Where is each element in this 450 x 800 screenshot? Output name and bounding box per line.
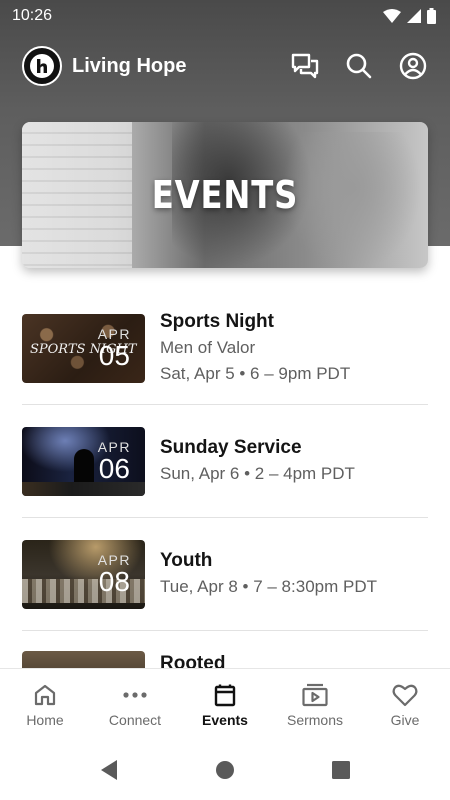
event-item-youth[interactable]: APR 08 Youth Tue, Apr 8 • 7 – 8:30pm PDT bbox=[22, 518, 428, 631]
nav-label: Home bbox=[26, 711, 64, 728]
heart-icon bbox=[392, 682, 418, 708]
messages-icon[interactable] bbox=[290, 51, 320, 81]
thumbnail-crowd bbox=[22, 481, 145, 496]
back-icon[interactable] bbox=[97, 758, 121, 782]
status-time: 10:26 bbox=[12, 7, 53, 24]
event-subtitle: Men of Valor bbox=[160, 338, 256, 357]
event-datetime: Tue, Apr 8 • 7 – 8:30pm PDT bbox=[160, 577, 377, 596]
more-dots-icon bbox=[122, 682, 148, 708]
event-text: Youth Tue, Apr 8 • 7 – 8:30pm PDT bbox=[160, 548, 377, 600]
nav-item-sermons[interactable]: Sermons bbox=[270, 669, 360, 740]
nav-item-give[interactable]: Give bbox=[360, 669, 450, 740]
app-bar: Living Hope bbox=[0, 44, 450, 88]
status-bar: 10:26 bbox=[0, 0, 450, 32]
play-icon bbox=[302, 682, 328, 708]
event-datetime: Sat, Apr 5 • 6 – 9pm PDT bbox=[160, 364, 351, 383]
event-datetime: Sun, Apr 6 • 2 – 4pm PDT bbox=[160, 464, 355, 483]
event-item-sunday-service[interactable]: APR 06 Sunday Service Sun, Apr 6 • 2 – 4… bbox=[22, 405, 428, 518]
wifi-icon bbox=[383, 9, 401, 23]
recents-square-icon[interactable] bbox=[329, 758, 353, 782]
thumbnail-date: APR 05 bbox=[98, 326, 131, 370]
nav-item-home[interactable]: Home bbox=[0, 669, 90, 740]
thumbnail-date: APR 06 bbox=[98, 439, 131, 483]
status-icons bbox=[383, 8, 436, 24]
search-icon[interactable] bbox=[344, 51, 374, 81]
app-actions bbox=[290, 51, 428, 81]
system-navigation-bar bbox=[0, 740, 450, 800]
event-title: Youth bbox=[160, 550, 213, 571]
event-text: Sports Night Men of Valor Sat, Apr 5 • 6… bbox=[160, 309, 350, 387]
event-item-sports-night[interactable]: SPORTS NIGHT APR 05 Sports Night Men of … bbox=[22, 292, 428, 405]
calendar-icon bbox=[212, 682, 238, 708]
event-title: Sunday Service bbox=[160, 437, 302, 458]
nav-label: Sermons bbox=[286, 711, 344, 728]
living-hope-logo[interactable] bbox=[22, 46, 62, 86]
thumbnail-day: 05 bbox=[98, 339, 130, 371]
event-list: SPORTS NIGHT APR 05 Sports Night Men of … bbox=[22, 292, 428, 691]
account-icon[interactable] bbox=[398, 51, 428, 81]
thumbnail-day: 08 bbox=[98, 565, 130, 597]
logo-icon bbox=[30, 54, 54, 78]
home-circle-icon[interactable] bbox=[213, 758, 237, 782]
thumbnail-day: 06 bbox=[98, 452, 130, 484]
event-text: Sunday Service Sun, Apr 6 • 2 – 4pm PDT bbox=[160, 435, 355, 487]
nav-item-events[interactable]: Events bbox=[180, 669, 270, 740]
events-hero-banner: EVENTS bbox=[22, 122, 428, 268]
signal-icon bbox=[407, 9, 421, 23]
nav-label: Connect bbox=[108, 711, 162, 728]
event-thumbnail: APR 06 bbox=[22, 426, 145, 496]
nav-label: Give bbox=[390, 711, 420, 728]
bottom-nav: Home Connect Events Sermons Give bbox=[0, 668, 450, 740]
event-title: Sports Night bbox=[160, 311, 274, 332]
app-title: Living Hope bbox=[72, 54, 187, 77]
event-thumbnail: APR 08 bbox=[22, 539, 145, 609]
event-thumbnail: SPORTS NIGHT APR 05 bbox=[22, 313, 145, 383]
thumbnail-date: APR 08 bbox=[98, 552, 131, 596]
nav-label: Events bbox=[202, 711, 248, 728]
nav-item-connect[interactable]: Connect bbox=[90, 669, 180, 740]
hero-title: EVENTS bbox=[151, 173, 299, 217]
home-icon bbox=[32, 682, 58, 708]
battery-icon bbox=[427, 8, 436, 24]
